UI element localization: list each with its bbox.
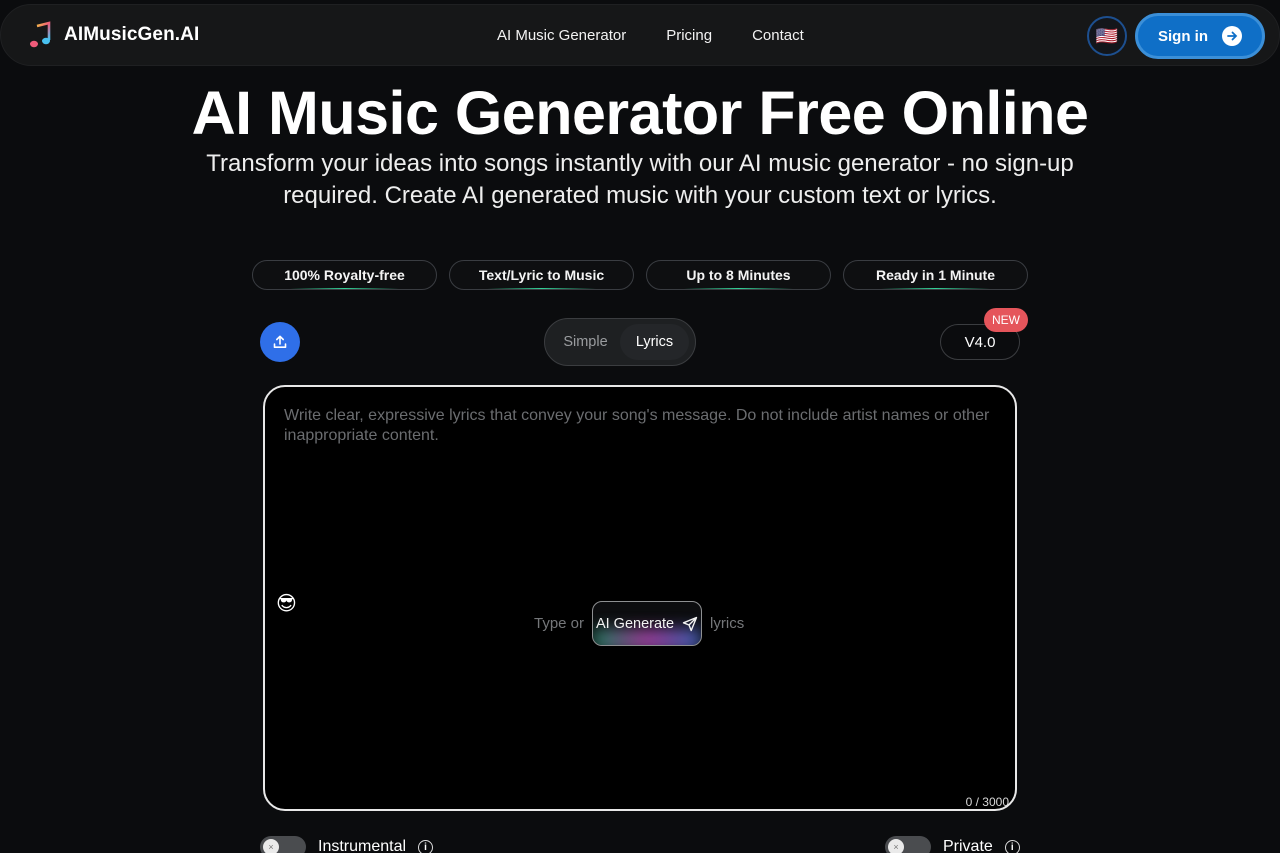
brand-logo[interactable]: AIMusicGen.AI	[28, 21, 199, 49]
character-counter: 0 / 3000	[965, 795, 1009, 809]
arrow-right-icon	[1222, 26, 1242, 46]
page-subtitle: Transform your ideas into songs instantl…	[206, 150, 1074, 209]
page-title: AI Music Generator Free Online	[191, 79, 1089, 147]
top-navbar: AIMusicGen.AI AI Music Generator Pricing…	[0, 4, 1280, 66]
lyrics-placeholder: Write clear, expressive lyrics that conv…	[284, 407, 990, 444]
info-icon[interactable]: i	[1004, 839, 1020, 853]
private-label: Private	[943, 838, 993, 853]
main-nav: AI Music Generator Pricing Contact	[497, 27, 804, 44]
nav-ai-music-generator[interactable]: AI Music Generator	[497, 27, 626, 44]
upload-icon	[273, 335, 287, 348]
instrumental-option: × Instrumental i	[260, 836, 434, 853]
private-toggle[interactable]: ×	[885, 836, 931, 853]
lyrics-suffix-label: lyrics	[710, 615, 745, 632]
instrumental-label: Instrumental	[318, 838, 407, 853]
language-selector[interactable]: 🇺🇸	[1087, 16, 1127, 56]
us-flag-icon: 🇺🇸	[1095, 25, 1119, 46]
nav-contact[interactable]: Contact	[752, 27, 804, 44]
new-badge: NEW	[984, 308, 1028, 332]
private-option: × Private i	[885, 836, 1020, 853]
emoji-picker-icon[interactable]: 😎	[276, 591, 297, 616]
info-icon[interactable]: i	[418, 839, 434, 853]
feature-pill: Up to 8 Minutes	[646, 260, 831, 290]
close-icon: ×	[888, 839, 904, 853]
close-icon: ×	[263, 839, 279, 853]
ai-generate-button[interactable]: AI Generate	[592, 601, 703, 646]
feature-pills: 100% Royalty-free Text/Lyric to Music Up…	[252, 260, 1028, 290]
nav-pricing[interactable]: Pricing	[666, 27, 712, 44]
music-note-icon	[30, 21, 51, 48]
send-icon	[682, 616, 698, 631]
sign-in-button[interactable]: Sign in	[1135, 13, 1265, 59]
brand-name: AIMusicGen.AI	[64, 24, 200, 45]
feature-pill: 100% Royalty-free	[252, 260, 437, 290]
upload-button[interactable]	[260, 322, 300, 362]
mode-toggle: Simple Lyrics	[544, 318, 696, 366]
feature-pill: Text/Lyric to Music	[449, 260, 634, 290]
mode-simple[interactable]: Simple	[551, 324, 620, 360]
mode-lyrics[interactable]: Lyrics	[620, 324, 689, 360]
feature-pill: Ready in 1 Minute	[843, 260, 1028, 290]
ai-generate-row: Type or AI Generate lyrics	[534, 601, 744, 646]
instrumental-toggle[interactable]: ×	[260, 836, 306, 853]
sign-in-label: Sign in	[1158, 27, 1208, 45]
ai-generate-label: AI Generate	[595, 615, 675, 632]
type-or-label: Type or	[534, 615, 585, 632]
lyrics-editor[interactable]: Write clear, expressive lyrics that conv…	[263, 385, 1017, 811]
